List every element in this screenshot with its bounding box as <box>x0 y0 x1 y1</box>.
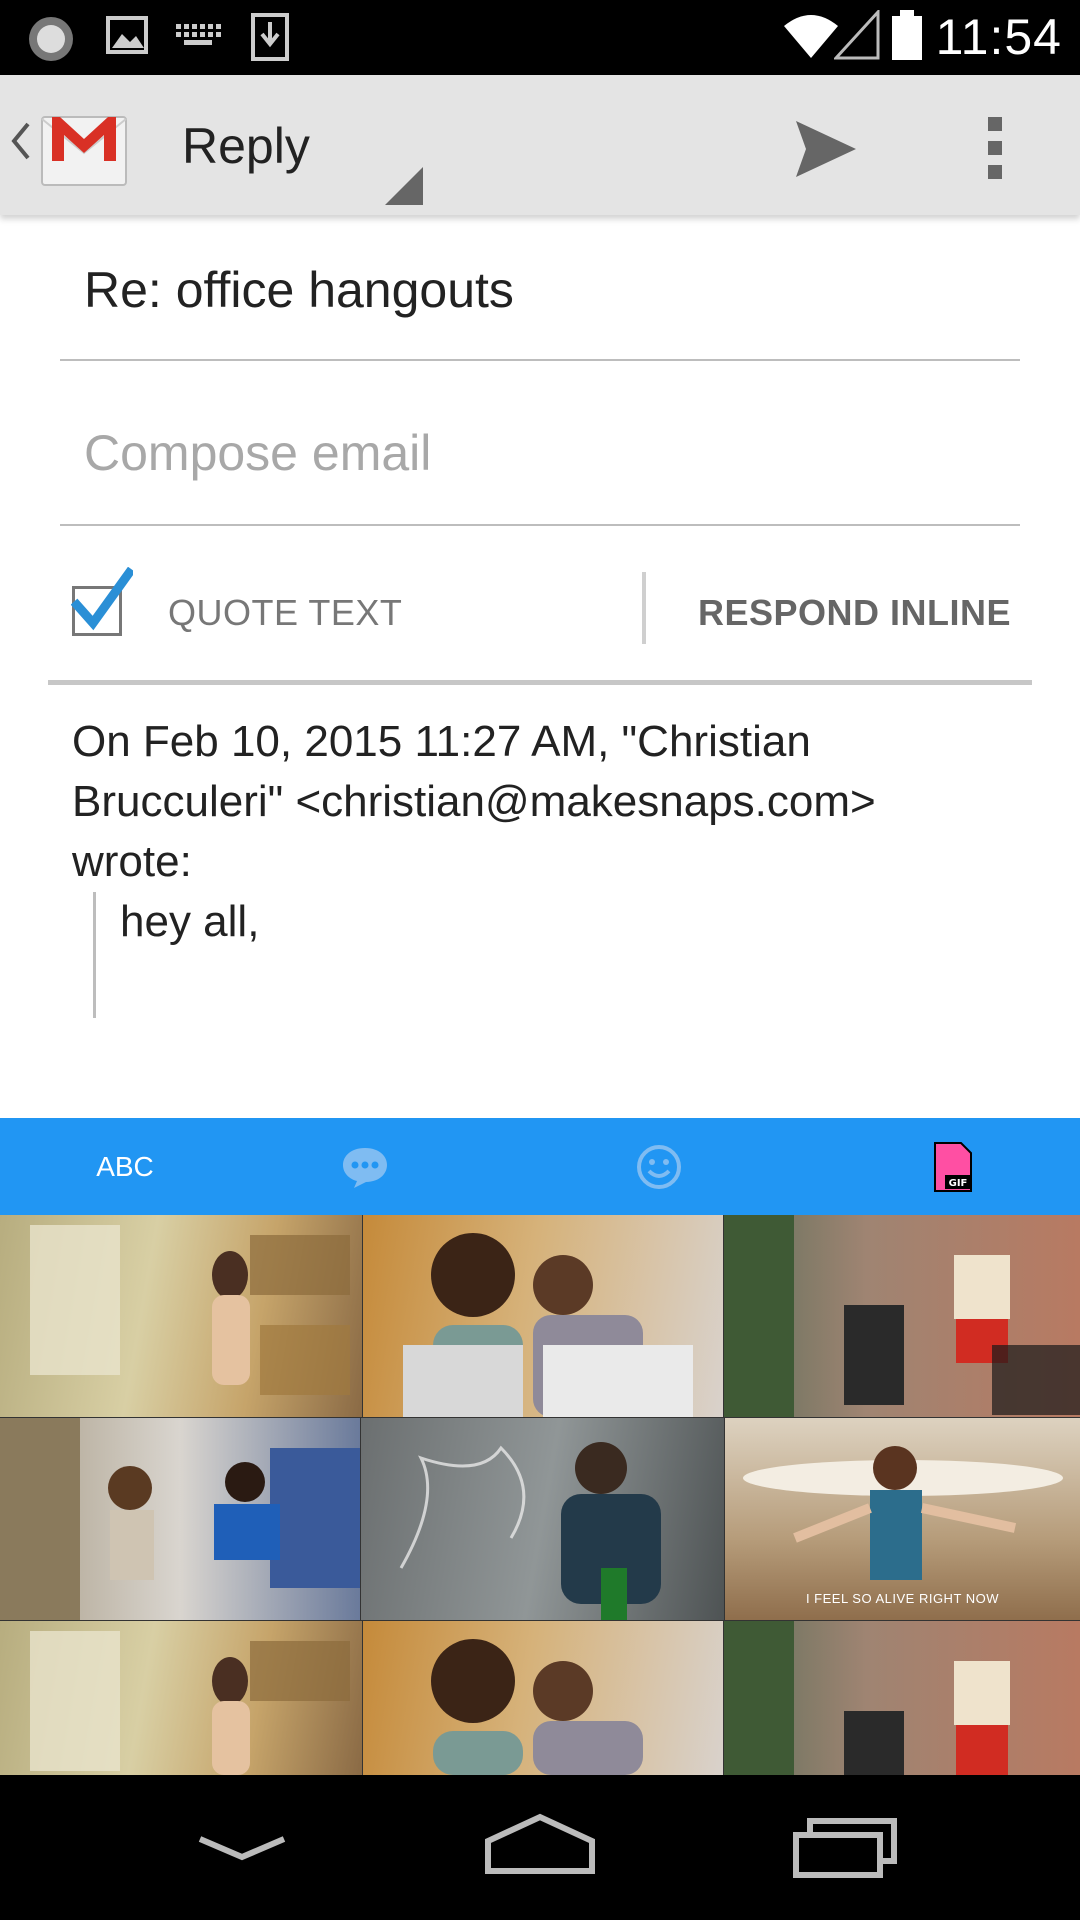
gif-thumbnail[interactable]: I FEEL SO ALIVE RIGHT NOW <box>725 1418 1080 1620</box>
quoted-body-text: hey all, <box>120 897 260 946</box>
signal-icon <box>834 10 880 60</box>
gif-caption: I FEEL SO ALIVE RIGHT NOW <box>805 1591 1000 1606</box>
recents-icon[interactable] <box>786 1805 906 1885</box>
gif-frame-art <box>0 1418 360 1620</box>
smiley-icon <box>637 1144 681 1189</box>
gif-thumbnail[interactable] <box>724 1215 1080 1417</box>
blockquote-bar <box>93 892 96 1018</box>
navigation-bar <box>0 1775 1080 1920</box>
keyboard-tab-chat[interactable] <box>320 1118 410 1215</box>
status-clock: 11:54 <box>935 9 1062 65</box>
gif-frame-art <box>724 1621 1010 1775</box>
gif-frame-art <box>431 1639 643 1775</box>
send-icon[interactable] <box>790 113 862 185</box>
gif-thumbnail[interactable] <box>363 1215 723 1417</box>
quoted-header-line: On Feb 10, 2015 11:27 AM, "Christian <box>72 717 811 766</box>
gif-file-icon: GIF <box>934 1141 972 1192</box>
status-bar: 11:54 <box>0 0 1080 75</box>
image-icon <box>106 16 148 54</box>
gif-frame-art <box>743 1446 1063 1580</box>
subject-text: Re: office hangouts <box>84 262 514 318</box>
compose-email-input[interactable] <box>84 424 984 482</box>
reply-mode-dropdown[interactable] <box>385 167 423 205</box>
gif-grid: I FEEL SO ALIVE RIGHT NOW <box>0 1215 1080 1775</box>
gmail-icon[interactable] <box>38 103 130 189</box>
gif-thumbnail[interactable] <box>724 1621 1080 1775</box>
keyboard-tab-emoji[interactable] <box>614 1118 704 1215</box>
back-chevron-icon <box>11 122 30 160</box>
quoted-header: On Feb 10, 2015 11:27 AM, "Christian Bru… <box>72 712 1032 892</box>
gif-frame-art <box>403 1233 693 1417</box>
up-navigation-button[interactable] <box>10 119 32 174</box>
home-icon[interactable] <box>480 1805 600 1885</box>
keyboard-tab-abc[interactable]: ABC <box>60 1118 190 1215</box>
keyboard-toolbar: ABC GIF <box>0 1118 1080 1215</box>
quoted-header-line: Brucculeri" <christian@makesnaps.com> <box>72 777 876 826</box>
gif-frame-art <box>30 1631 350 1775</box>
quoted-header-line: wrote: <box>72 837 192 886</box>
gif-frame-art <box>724 1215 1080 1417</box>
quote-text-checkbox[interactable] <box>71 567 133 636</box>
wifi-icon <box>784 15 838 58</box>
gif-thumbnail[interactable] <box>0 1215 362 1417</box>
respond-inline-button[interactable]: RESPOND INLINE <box>698 592 1011 634</box>
gif-frame-art <box>30 1225 350 1395</box>
chat-bubble-icon <box>343 1147 387 1188</box>
keyboard-tab-gif[interactable]: GIF <box>908 1118 998 1215</box>
quote-options-row: QUOTE TEXT RESPOND INLINE <box>48 566 1032 682</box>
quote-options-divider <box>642 572 646 644</box>
action-bar-title[interactable]: Reply <box>182 117 310 175</box>
record-icon <box>29 17 73 61</box>
download-icon <box>251 13 289 61</box>
compose-body-field[interactable] <box>60 380 1020 526</box>
checkmark-icon <box>71 567 133 631</box>
keyboard-icon <box>176 24 221 45</box>
gif-thumbnail[interactable] <box>363 1621 723 1775</box>
gif-frame-art <box>399 1442 661 1620</box>
subject-field[interactable]: Re: office hangouts <box>60 215 1020 361</box>
quote-section-divider <box>48 680 1032 685</box>
quote-text-label[interactable]: QUOTE TEXT <box>168 592 402 634</box>
gif-thumbnail[interactable] <box>0 1418 360 1620</box>
back-chevron-down-icon[interactable] <box>182 1805 302 1885</box>
battery-icon <box>892 10 922 60</box>
gif-thumbnail[interactable] <box>361 1418 724 1620</box>
action-bar: Reply <box>0 75 1080 215</box>
svg-text:GIF: GIF <box>949 1178 968 1189</box>
gif-thumbnail[interactable] <box>0 1621 362 1775</box>
overflow-menu-icon[interactable] <box>976 113 1016 183</box>
